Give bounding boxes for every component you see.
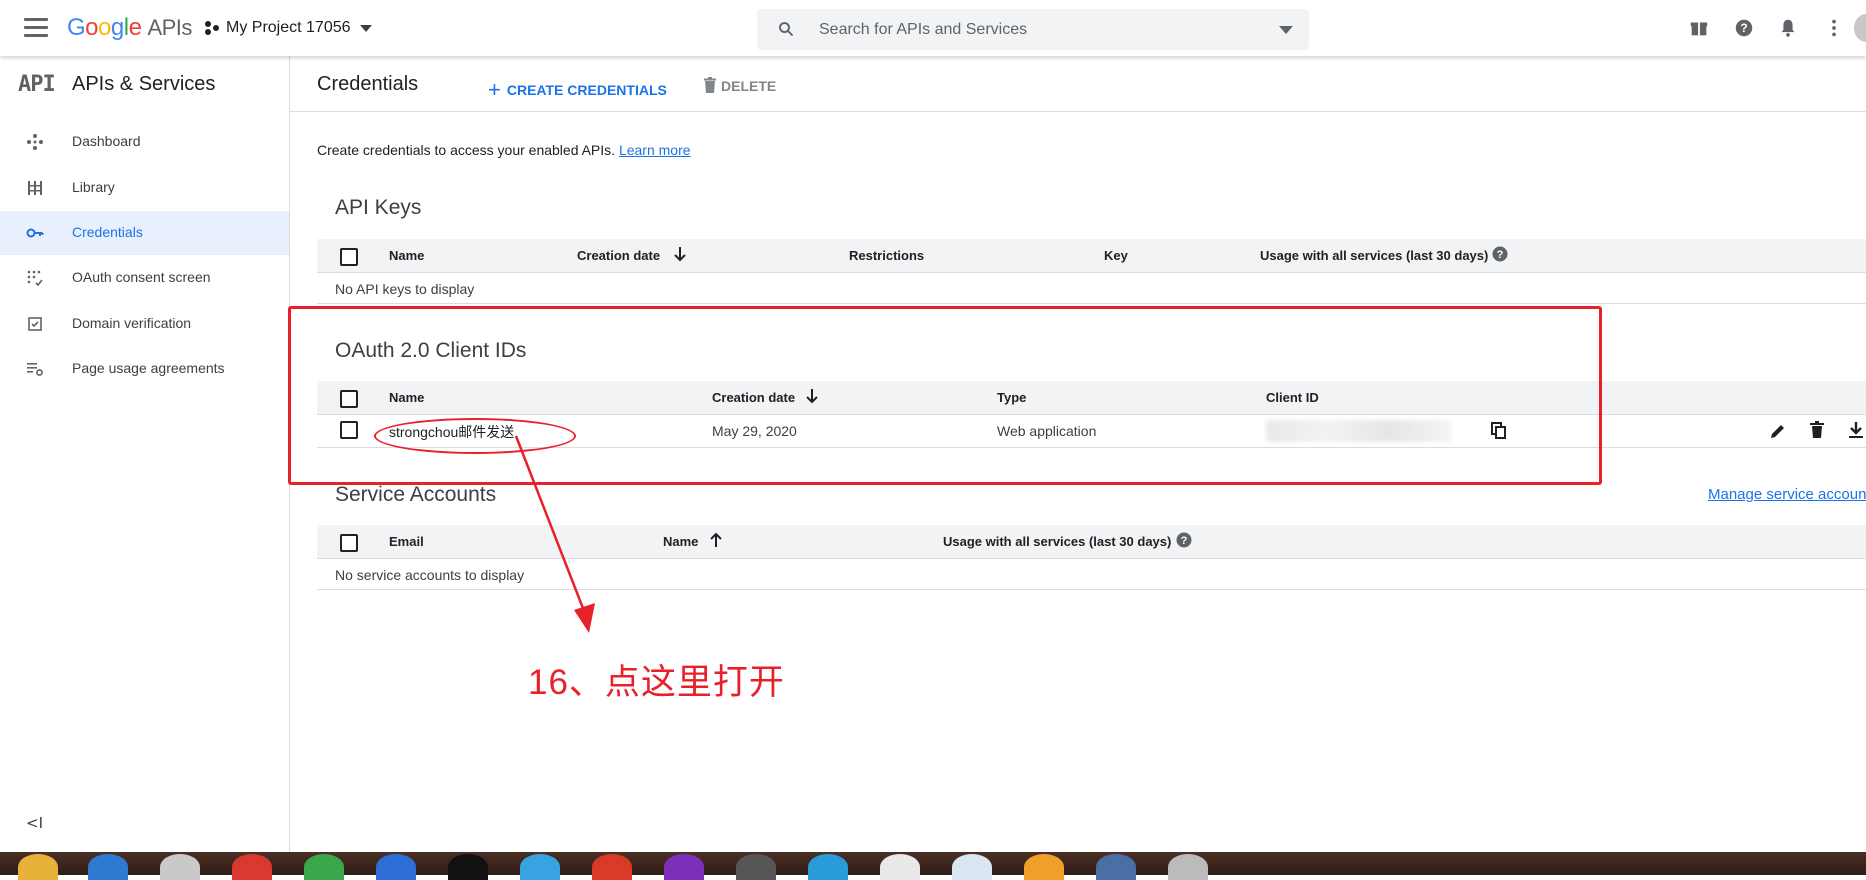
- col-creation-date[interactable]: Creation date: [577, 247, 686, 263]
- notifications-icon[interactable]: [1777, 17, 1799, 39]
- create-credentials-button[interactable]: + CREATE CREDENTIALS: [488, 75, 667, 102]
- sidebar-item-label: Page usage agreements: [72, 360, 225, 376]
- create-credentials-label: CREATE CREDENTIALS: [506, 82, 667, 98]
- sidebar-item-domain-verification[interactable]: Domain verification: [0, 302, 289, 346]
- delete-label: DELETE: [721, 78, 777, 94]
- api-keys-empty-row: No API keys to display: [317, 273, 1866, 304]
- col-usage: Usage with all services (last 30 days) ?: [1260, 246, 1508, 263]
- api-keys-header: Name Creation date Restrictions Key Usag…: [317, 239, 1866, 273]
- sidebar-item-page-usage[interactable]: Page usage agreements: [0, 347, 289, 391]
- taskbar-app-icon[interactable]: [880, 854, 920, 880]
- sidebar-item-dashboard[interactable]: Dashboard: [0, 120, 289, 164]
- search-input[interactable]: [819, 9, 1259, 50]
- select-all-checkbox[interactable]: [340, 248, 358, 266]
- learn-more-link[interactable]: Learn more: [619, 142, 691, 158]
- sidebar-item-label: Dashboard: [72, 133, 141, 149]
- arrow-down-icon: [674, 247, 686, 262]
- select-all-checkbox[interactable]: [340, 534, 358, 552]
- svg-text:?: ?: [1181, 535, 1188, 547]
- col-usage: Usage with all services (last 30 days) ?: [943, 532, 1192, 549]
- top-bar: GoogleAPIs My Project 17056 ?: [0, 0, 1866, 56]
- trash-icon: [704, 77, 716, 93]
- service-accounts-title: Service Accounts: [335, 483, 497, 506]
- download-icon[interactable]: [1848, 421, 1864, 439]
- header-divider: [290, 111, 1866, 112]
- help-icon[interactable]: ?: [1176, 532, 1192, 548]
- annotation-highlight-box: [288, 306, 1602, 485]
- help-icon[interactable]: ?: [1733, 17, 1755, 39]
- manage-service-accounts-link[interactable]: Manage service accounts: [1708, 486, 1866, 503]
- project-icon: [205, 21, 219, 35]
- svg-text:?: ?: [1497, 249, 1504, 261]
- taskbar-app-icon[interactable]: [808, 854, 848, 880]
- taskbar-app-icon[interactable]: [160, 854, 200, 880]
- sidebar-item-label: Credentials: [72, 224, 143, 240]
- search-icon: [779, 22, 793, 36]
- api-keys-title: API Keys: [335, 196, 422, 219]
- sidebar-item-credentials[interactable]: Credentials: [0, 211, 289, 255]
- sidebar-item-label: OAuth consent screen: [72, 269, 211, 285]
- annotation-arrow: [514, 435, 595, 633]
- menu-icon[interactable]: [24, 18, 48, 38]
- delete-icon[interactable]: [1809, 421, 1825, 439]
- col-key: Key: [1104, 248, 1128, 263]
- taskbar-app-icon[interactable]: [664, 854, 704, 880]
- google-apis-logo[interactable]: Google APIs: [67, 14, 192, 42]
- sidebar-item-oauth-consent[interactable]: OAuth consent screen: [0, 256, 289, 300]
- annotation-text: 16、点这里打开: [528, 663, 785, 702]
- arrow-up-icon: [710, 532, 722, 547]
- more-vert-icon[interactable]: [1823, 17, 1845, 39]
- taskbar-app-icon[interactable]: [304, 854, 344, 880]
- taskbar-app-icon[interactable]: [18, 854, 58, 880]
- logo-suffix: APIs: [147, 15, 192, 40]
- taskbar: [0, 852, 1866, 880]
- taskbar-app-icon[interactable]: [88, 854, 128, 880]
- col-name[interactable]: Name: [389, 248, 424, 263]
- search-dropdown-icon[interactable]: [1279, 26, 1293, 34]
- search-bar[interactable]: [757, 9, 1309, 50]
- project-selector[interactable]: My Project 17056: [226, 19, 351, 37]
- sidebar-item-label: Domain verification: [72, 315, 192, 331]
- col-email[interactable]: Email: [389, 534, 424, 549]
- taskbar-app-icon[interactable]: [736, 854, 776, 880]
- edit-icon[interactable]: [1769, 422, 1787, 440]
- settings-list-icon: [27, 363, 43, 376]
- taskbar-app-icon[interactable]: [592, 854, 632, 880]
- dashboard-icon: [27, 134, 43, 150]
- col-restrictions: Restrictions: [849, 248, 925, 263]
- taskbar-app-icon[interactable]: [1096, 854, 1136, 880]
- checkbox-doc-icon: [28, 317, 42, 331]
- chevron-down-icon[interactable]: [360, 25, 372, 32]
- empty-message: No API keys to display: [335, 281, 475, 297]
- col-name[interactable]: Name: [663, 532, 722, 549]
- sidebar-item-library[interactable]: Library: [0, 166, 289, 210]
- key-icon: [26, 228, 44, 238]
- svg-text:?: ?: [1740, 21, 1747, 35]
- page-title: Credentials: [317, 73, 419, 95]
- taskbar-app-icon[interactable]: [952, 854, 992, 880]
- collapse-sidebar-button[interactable]: <I: [26, 814, 43, 832]
- taskbar-app-icon[interactable]: [1024, 854, 1064, 880]
- taskbar-app-icon[interactable]: [520, 854, 560, 880]
- sidebar-item-label: Library: [72, 179, 115, 195]
- taskbar-app-icon[interactable]: [448, 854, 488, 880]
- taskbar-app-icon[interactable]: [1168, 854, 1208, 880]
- empty-message: No service accounts to display: [335, 567, 525, 583]
- taskbar-app-icon[interactable]: [232, 854, 272, 880]
- gift-icon[interactable]: [1688, 17, 1710, 39]
- intro-sentence: Create credentials to access your enable…: [317, 142, 616, 158]
- sidebar-title: APIs & Services: [72, 73, 216, 95]
- consent-icon: [27, 270, 43, 287]
- library-icon: [28, 181, 42, 195]
- api-icon: API: [18, 72, 56, 97]
- avatar[interactable]: [1854, 14, 1866, 42]
- delete-button[interactable]: DELETE: [703, 75, 776, 94]
- taskbar-app-icon[interactable]: [376, 854, 416, 880]
- help-icon[interactable]: ?: [1492, 246, 1508, 262]
- intro-text: Create credentials to access your enable…: [317, 142, 691, 158]
- plus-icon: +: [488, 77, 501, 102]
